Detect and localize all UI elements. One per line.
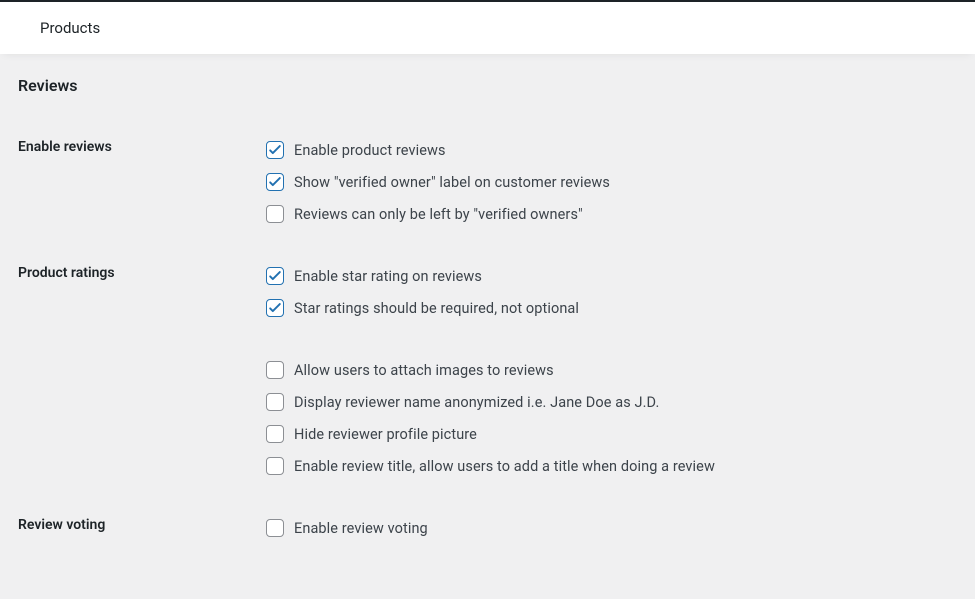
checkbox-enable-product-reviews[interactable]	[266, 141, 284, 159]
header-tab-products[interactable]: Products	[40, 19, 975, 37]
checkbox-row: Enable review voting	[266, 512, 947, 544]
row-enable-reviews: Enable reviews Enable product reviews Sh…	[18, 119, 957, 245]
checkbox-row: Enable product reviews	[266, 134, 947, 166]
check-icon	[268, 301, 282, 315]
checkbox-label[interactable]: Enable review title, allow users to add …	[294, 458, 715, 475]
check-icon	[268, 175, 282, 189]
checkbox-label[interactable]: Allow users to attach images to reviews	[294, 362, 554, 379]
checkbox-row: Display reviewer name anonymized i.e. Ja…	[266, 386, 947, 418]
settings-content: Reviews Enable reviews Enable product re…	[0, 54, 975, 579]
checkbox-row: Reviews can only be left by "verified ow…	[266, 198, 947, 230]
checkbox-attach-images[interactable]	[266, 361, 284, 379]
checkbox-enable-review-voting[interactable]	[266, 519, 284, 537]
settings-table: Enable reviews Enable product reviews Sh…	[18, 119, 957, 559]
row-label-enable-reviews: Enable reviews	[18, 119, 266, 245]
checkbox-row: Hide reviewer profile picture	[266, 418, 947, 450]
checkbox-row: Enable star rating on reviews	[266, 260, 947, 292]
check-icon	[268, 269, 282, 283]
checkbox-label[interactable]: Enable review voting	[294, 520, 428, 537]
checkbox-label[interactable]: Show "verified owner" label on customer …	[294, 174, 610, 191]
row-product-ratings: Product ratings Enable star rating on re…	[18, 245, 957, 497]
checkbox-label[interactable]: Reviews can only be left by "verified ow…	[294, 206, 583, 223]
checkbox-row: Show "verified owner" label on customer …	[266, 166, 947, 198]
row-review-voting: Review voting Enable review voting	[18, 497, 957, 559]
checkbox-label[interactable]: Display reviewer name anonymized i.e. Ja…	[294, 394, 659, 411]
checkbox-verified-owner-label[interactable]	[266, 173, 284, 191]
checkbox-row: Star ratings should be required, not opt…	[266, 292, 947, 324]
checkbox-label[interactable]: Enable product reviews	[294, 142, 446, 159]
checkbox-label[interactable]: Star ratings should be required, not opt…	[294, 300, 579, 317]
row-label-product-ratings: Product ratings	[18, 245, 266, 497]
checkbox-anonymize-name[interactable]	[266, 393, 284, 411]
checkbox-hide-profile-picture[interactable]	[266, 425, 284, 443]
checkbox-label[interactable]: Hide reviewer profile picture	[294, 426, 477, 443]
checkbox-verified-owners-only[interactable]	[266, 205, 284, 223]
check-icon	[268, 143, 282, 157]
checkbox-enable-review-title[interactable]	[266, 457, 284, 475]
checkbox-star-ratings-required[interactable]	[266, 299, 284, 317]
checkbox-row: Allow users to attach images to reviews	[266, 354, 947, 386]
checkbox-label[interactable]: Enable star rating on reviews	[294, 268, 482, 285]
checkbox-enable-star-rating[interactable]	[266, 267, 284, 285]
page-header: Products	[0, 0, 975, 54]
row-label-review-voting: Review voting	[18, 497, 266, 559]
checkbox-row: Enable review title, allow users to add …	[266, 450, 947, 482]
section-heading-reviews: Reviews	[18, 76, 957, 95]
